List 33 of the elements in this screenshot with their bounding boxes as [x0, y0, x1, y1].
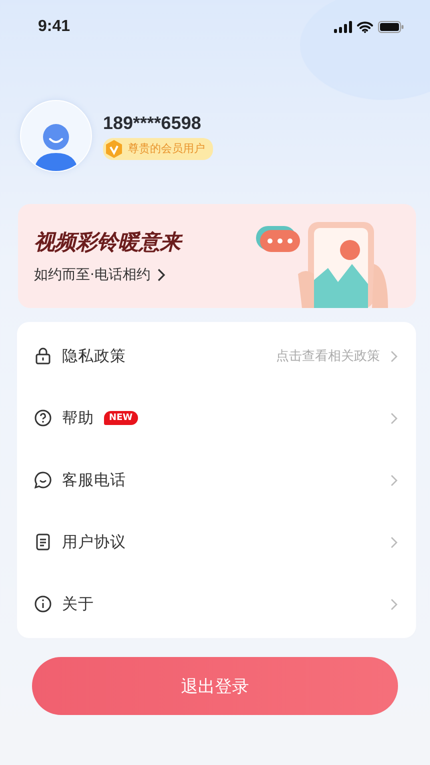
member-label: 尊贵的会员用户 — [128, 141, 205, 156]
menu-item[interactable]: 客服电话 — [17, 449, 416, 511]
chevron-icon — [390, 598, 398, 610]
chevron-icon — [390, 350, 398, 362]
promo-banner[interactable]: 视频彩铃暖意来 如约而至·电话相约 — [18, 204, 416, 308]
menu-item[interactable]: 用户协议 — [17, 511, 416, 573]
chat-icon — [34, 471, 52, 489]
chevron-icon — [390, 412, 398, 424]
signal-icon — [334, 21, 352, 33]
menu-item[interactable]: 关于 — [17, 573, 416, 635]
wifi-icon — [357, 21, 373, 33]
new-badge: NEW — [104, 411, 138, 425]
chevron-icon — [157, 268, 166, 282]
battery-icon — [378, 21, 404, 33]
document-icon — [34, 533, 52, 551]
menu-item[interactable]: 隐私政策 点击查看相关政策 — [17, 325, 416, 387]
banner-title: 视频彩铃暖意来 — [34, 229, 181, 256]
menu-label: 用户协议 — [62, 532, 126, 552]
menu-item[interactable]: 帮助 NEW — [17, 387, 416, 449]
status-time: 9:41 — [38, 18, 70, 36]
chevron-icon — [390, 536, 398, 548]
menu-label: 客服电话 — [62, 470, 126, 490]
vip-icon — [104, 138, 124, 158]
banner-subtitle: 如约而至·电话相约 — [34, 266, 150, 284]
menu-hint: 点击查看相关政策 — [276, 348, 380, 365]
info-icon — [34, 595, 52, 613]
chevron-icon — [390, 474, 398, 486]
lock-icon — [34, 347, 52, 365]
menu-label: 隐私政策 — [62, 346, 126, 366]
phone-number: 189****6598 — [103, 112, 202, 134]
help-icon — [34, 409, 52, 427]
menu-label: 帮助 — [62, 408, 94, 428]
menu-label: 关于 — [62, 594, 94, 614]
